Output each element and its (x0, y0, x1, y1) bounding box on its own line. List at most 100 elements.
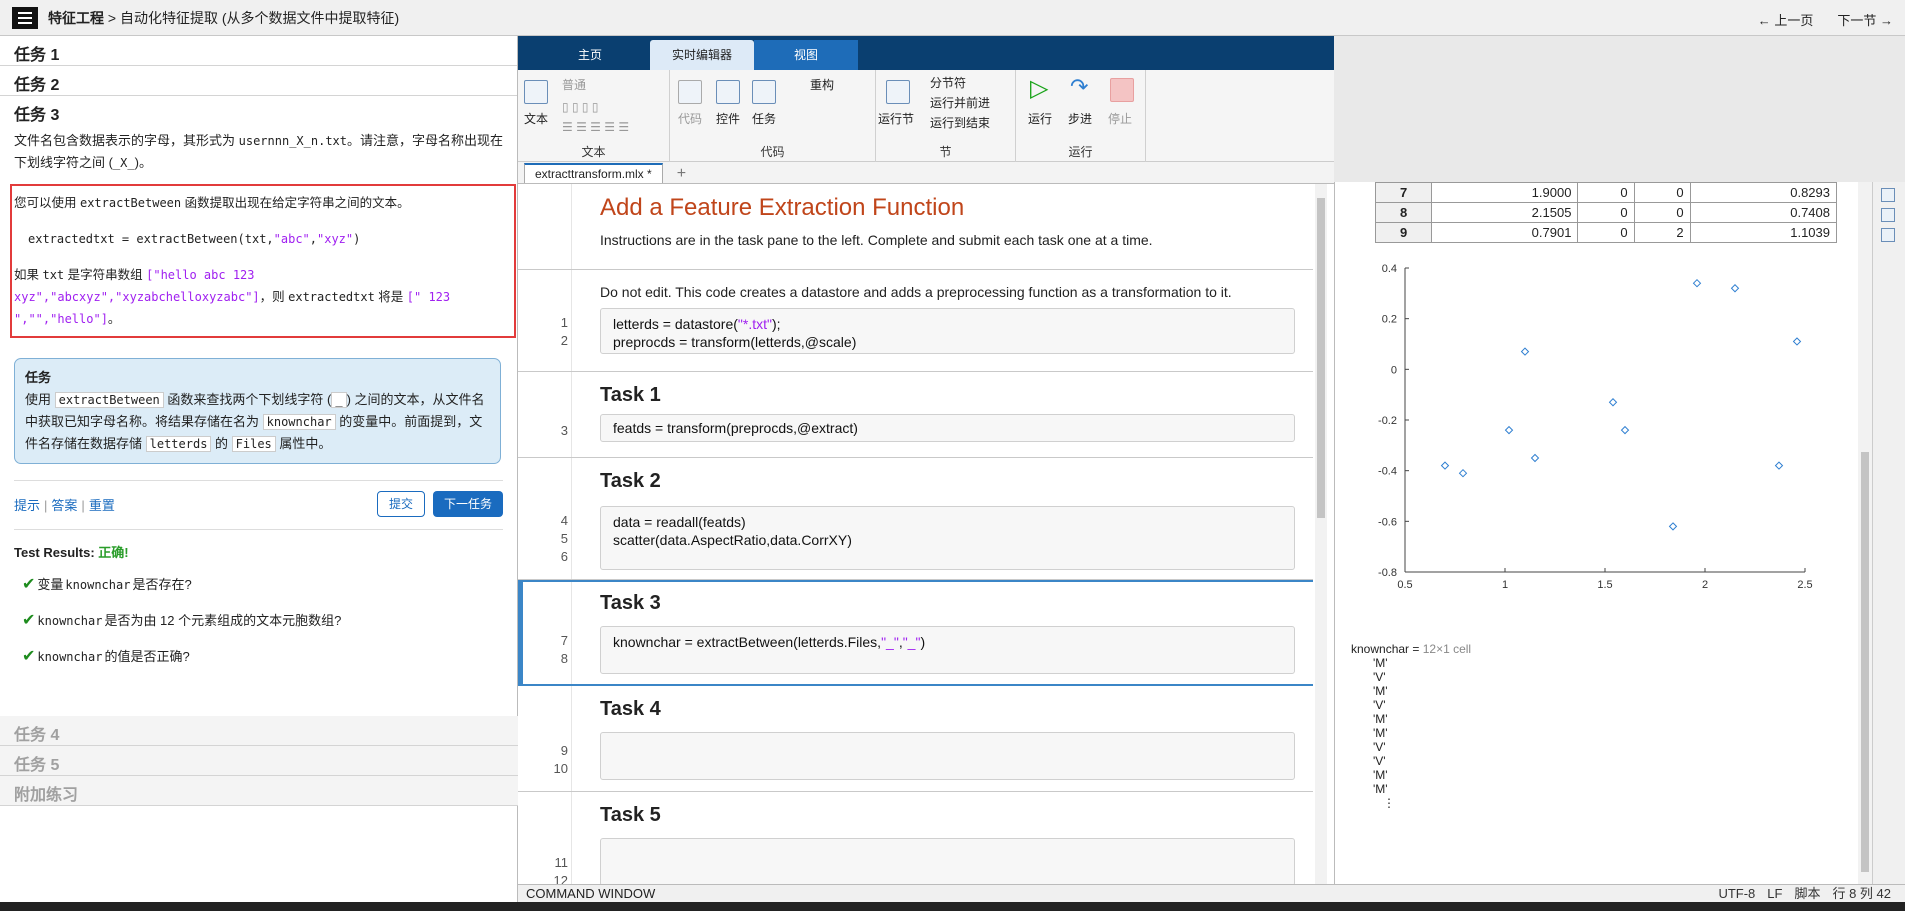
cell-value: 'M' (1373, 684, 1388, 698)
x-tick-label: 2.5 (1797, 579, 1812, 591)
y-tick-label: -0.6 (1378, 516, 1397, 528)
editor-canvas[interactable]: Add a Feature Extraction Function Instru… (518, 184, 1334, 902)
desc-code: usernnn_X_n.txt (238, 134, 347, 148)
style-dropdown[interactable]: 普通 (562, 76, 586, 93)
next-task-button[interactable]: 下一任务 (433, 491, 503, 517)
code-block[interactable]: featds = transform(preprocds,@extract) (600, 414, 1295, 442)
code-block[interactable]: data = readall(featds) scatter(data.Aspe… (600, 506, 1295, 570)
stop-button[interactable]: 停止 (1108, 110, 1132, 127)
task-icon[interactable] (752, 80, 776, 104)
info-text: 将是 (374, 290, 407, 304)
menu-icon[interactable] (12, 6, 38, 29)
tab-view[interactable]: 视图 (754, 40, 858, 70)
hint-link[interactable]: 提示 (14, 498, 40, 513)
section-break-button[interactable]: 分节符 (930, 74, 966, 91)
format-icons[interactable]: ▯ ▯ ▯ ▯ (562, 100, 598, 114)
line-number: 3 (560, 423, 568, 438)
breadcrumb-course[interactable]: 特征工程 (48, 10, 104, 26)
row-header: 7 (1374, 182, 1433, 203)
run-button[interactable]: 运行 (1028, 110, 1052, 127)
reset-link[interactable]: 重置 (89, 498, 115, 513)
text-icon[interactable] (524, 80, 548, 104)
section-task-3[interactable]: Task 3 7 8 knownchar = extractBetween(le… (518, 580, 1313, 686)
step-icon[interactable]: ↷ (1070, 74, 1088, 100)
ribbon-group-run: ▷ 运行 ↷ 步进 停止 运行 (1016, 70, 1146, 162)
scatter-plot: 0.5 1 1.5 2 2.5 0.4 0.2 0 -0.2 -0.4 -0.6 -0.8 (1378, 263, 1813, 591)
task-1-header[interactable]: 任务 1 (0, 36, 517, 66)
table-row: 9 0.7901 0 2 1.1039 (1374, 222, 1838, 243)
output-inline-icon[interactable] (1881, 188, 1895, 202)
task-4-header[interactable]: 任务 4 (0, 716, 518, 746)
editor-scrollbar[interactable] (1315, 184, 1327, 902)
task-5-heading: Task 5 (600, 804, 661, 826)
task-button[interactable]: 任务 (752, 110, 776, 127)
editor-scroll-thumb[interactable] (1317, 198, 1325, 518)
output-pane: 7 1.9000 0 0 0.8293 8 2.1505 0 0 0.7408 9 0.7901 0 2 1… (1334, 182, 1872, 884)
info-text: 如果 (14, 268, 43, 282)
checkmark-icon: ✔ (22, 576, 36, 593)
run-section-button[interactable]: 运行节 (878, 110, 914, 127)
next-section-link[interactable]: 下一节 → (1837, 10, 1893, 29)
section-task-1[interactable]: Task 1 3 featds = transform(preprocds,@e… (518, 372, 1313, 458)
step-button[interactable]: 步进 (1068, 110, 1092, 127)
code-block[interactable]: letterds = datastore("*.txt"); preprocds… (600, 308, 1295, 354)
output-table: 7 1.9000 0 0 0.8293 8 2.1505 0 0 0.7408 9 0.7901 0 2 1… (1374, 182, 1838, 243)
control-icon[interactable] (716, 80, 740, 104)
tab-home[interactable]: 主页 (538, 40, 642, 70)
data-point (1774, 461, 1784, 470)
task-5-header[interactable]: 任务 5 (0, 746, 518, 776)
table-cell: 0 (1633, 202, 1691, 223)
hide-code-icon[interactable] (1881, 228, 1895, 242)
code-block[interactable] (600, 838, 1295, 886)
text-button[interactable]: 文本 (524, 110, 548, 127)
output-scrollbar[interactable] (1858, 182, 1872, 884)
table-cell: 0.8293 (1689, 182, 1838, 203)
group-label: 节 (939, 145, 952, 159)
section-task-4[interactable]: Task 4 9 10 (518, 686, 1313, 792)
command-window-label[interactable]: COMMAND WINDOW (526, 885, 655, 903)
extra-practice-header[interactable]: 附加练习 (0, 776, 518, 806)
task-instruction-title: 任务 (25, 370, 52, 385)
code-button[interactable]: 代码 (678, 110, 702, 127)
more-values-ellipsis[interactable]: ⋮ (1351, 796, 1471, 810)
section-title[interactable]: Add a Feature Extraction Function Instru… (518, 184, 1313, 270)
line-number: 9 (560, 743, 568, 758)
section-task-2[interactable]: Task 2 4 5 6 data = readall(featds) scat… (518, 458, 1313, 580)
task-3-header[interactable]: 任务 3 (0, 96, 517, 126)
output-scroll-thumb[interactable] (1861, 452, 1869, 872)
cell-value: 'M' (1373, 656, 1388, 670)
intro-text: Instructions are in the task pane to the… (600, 232, 1153, 248)
run-advance-button[interactable]: 运行并前进 (930, 94, 990, 111)
code-block[interactable] (600, 732, 1295, 780)
control-button[interactable]: 控件 (716, 110, 740, 127)
prev-page-link[interactable]: ← 上一页 (1758, 10, 1814, 29)
data-point (1504, 425, 1514, 435)
answer-link[interactable]: 答案 (51, 498, 77, 513)
section-setup[interactable]: Do not edit. This code creates a datasto… (518, 270, 1313, 372)
group-label: 文本 (581, 145, 606, 159)
align-icons[interactable]: ☰ ☰ ☰ ☰ ☰ (562, 120, 629, 134)
refactor-button[interactable]: 重构 (810, 76, 834, 93)
output-side-toolbar (1872, 182, 1905, 884)
output-right-icon[interactable] (1881, 208, 1895, 222)
desc-text: 文件名包含数据表示的字母，其形式为 (14, 133, 239, 148)
tab-live-editor[interactable]: 实时编辑器 (650, 40, 754, 70)
code-block[interactable]: knownchar = extractBetween(letterds.File… (600, 626, 1295, 674)
code-icon[interactable] (678, 80, 702, 104)
ribbon: 文本 普通 ▯ ▯ ▯ ▯ ☰ ☰ ☰ ☰ ☰ 文本 代码 控件 任务 重构 代… (518, 70, 1334, 162)
line-number: 1 (560, 315, 568, 330)
task-2-header[interactable]: 任务 2 (0, 66, 517, 96)
line-number: 11 (554, 855, 569, 870)
new-tab-icon[interactable]: + (677, 165, 686, 183)
table-row: 7 1.9000 0 0 0.8293 (1374, 182, 1838, 203)
doc-tab-extracttransform[interactable]: extracttransform.mlx * (524, 163, 663, 183)
run-icon[interactable]: ▷ (1030, 74, 1048, 103)
stop-icon[interactable] (1110, 78, 1134, 102)
x-tick-label: 0.5 (1397, 579, 1412, 591)
cell-value: 'V' (1373, 670, 1386, 684)
submit-button[interactable]: 提交 (377, 491, 425, 517)
test-check: ✔ knownchar 的值是否正确? (14, 646, 503, 668)
run-to-end-button[interactable]: 运行到结束 (930, 114, 990, 131)
table-cell: 0.7901 (1431, 222, 1579, 243)
run-section-icon[interactable] (886, 80, 910, 104)
